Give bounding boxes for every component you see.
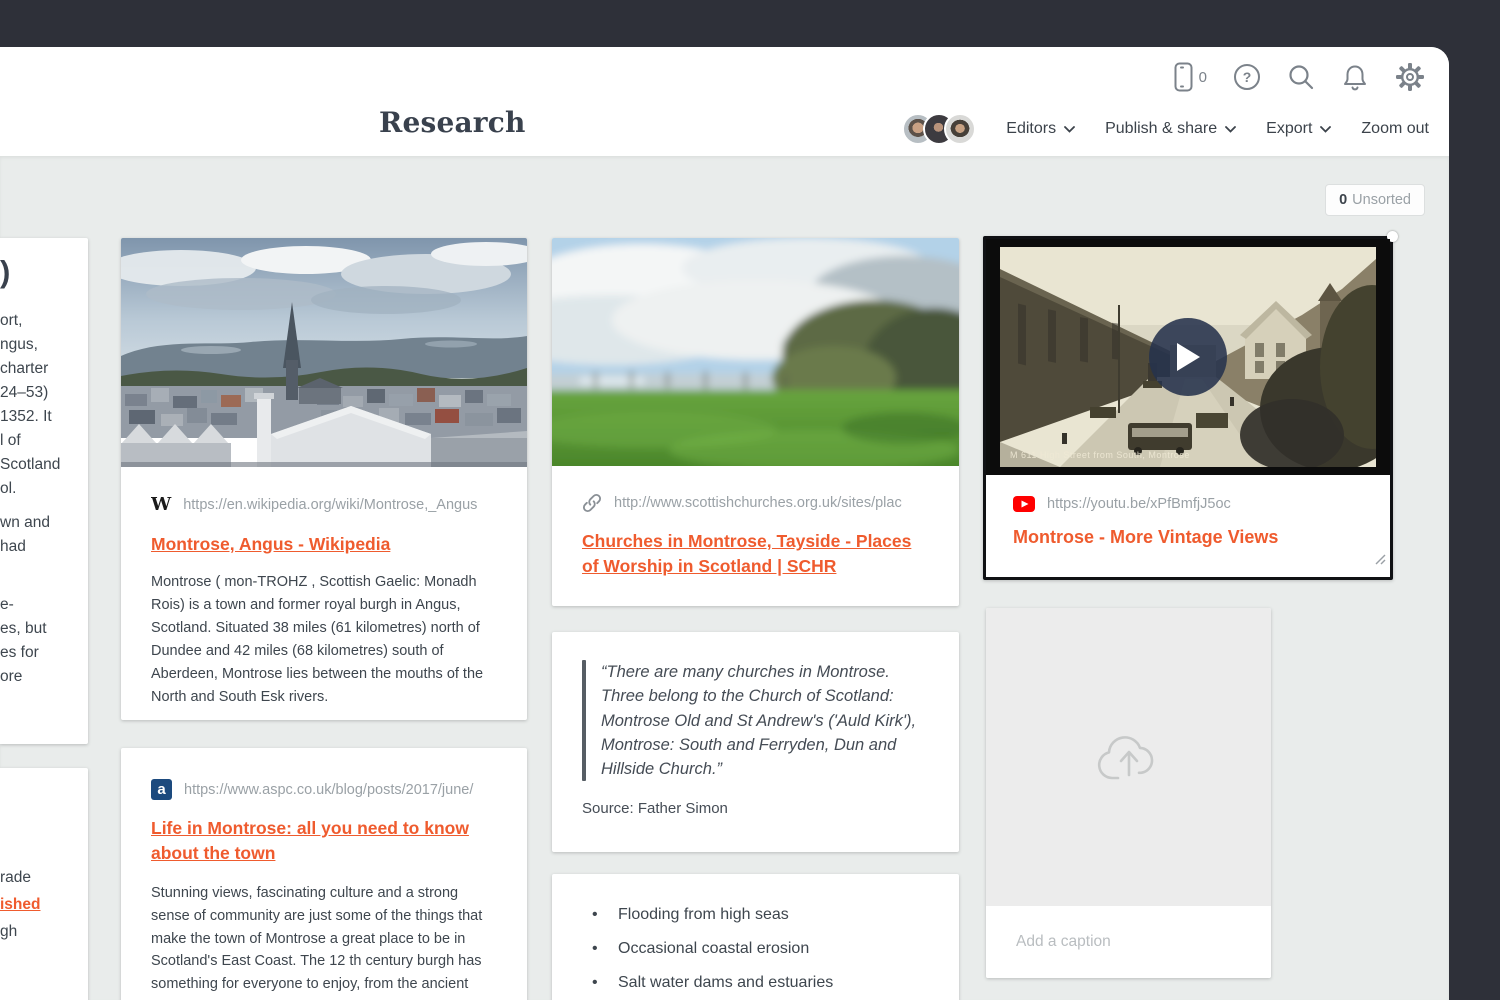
zoom-out-label: Zoom out	[1361, 120, 1429, 138]
video-url: https://youtu.be/xPfBmfjJ5oc	[1047, 496, 1231, 512]
avatar[interactable]	[944, 113, 976, 145]
export-menu[interactable]: Export	[1266, 120, 1331, 138]
churches-card-title-link[interactable]: Churches in Montrose, Tayside - Places o…	[582, 529, 929, 580]
wikipedia-link-card[interactable]: W https://en.wikipedia.org/wiki/Montrose…	[121, 238, 527, 720]
settings-button[interactable]	[1395, 62, 1425, 92]
unsorted-badge[interactable]: 0 Unsorted	[1325, 184, 1425, 216]
text-fragment: rade	[0, 864, 88, 891]
export-label: Export	[1266, 120, 1312, 138]
publish-share-label: Publish & share	[1105, 120, 1217, 138]
svg-text:?: ?	[1243, 69, 1252, 85]
text-fragment: l of	[0, 429, 88, 453]
aspc-favicon: a	[151, 779, 172, 800]
wikipedia-url: https://en.wikipedia.org/wiki/Montrose,_…	[183, 497, 477, 513]
aspc-card-description: Stunning views, fascinating culture and …	[151, 882, 497, 1000]
bullet-list: Flooding from high seas Occasional coast…	[582, 904, 929, 994]
list-item: Occasional coastal erosion	[582, 938, 929, 960]
video-url-row: https://youtu.be/xPfBmfjJ5oc	[1013, 496, 1363, 512]
list-item: Salt water dams and estuaries	[582, 972, 929, 994]
text-fragment: charter	[0, 357, 88, 381]
resize-handle[interactable]	[1373, 552, 1386, 570]
editors-menu[interactable]: Editors	[1006, 120, 1075, 138]
play-button[interactable]	[1149, 318, 1227, 396]
gear-icon	[1395, 62, 1425, 92]
quote-bar	[582, 660, 586, 781]
publish-share-menu[interactable]: Publish & share	[1105, 120, 1236, 138]
text-fragment: es for	[0, 641, 88, 665]
bullet-list-card[interactable]: Flooding from high seas Occasional coast…	[552, 874, 959, 1000]
link-icon	[582, 493, 602, 513]
text-fragment: gh	[0, 918, 88, 945]
aspc-link-card[interactable]: a https://www.aspc.co.uk/blog/posts/2017…	[121, 748, 527, 1000]
video-card-title-link[interactable]: Montrose - More Vintage Views	[1013, 527, 1363, 548]
churches-url: http://www.scottishchurches.org.uk/sites…	[614, 495, 902, 511]
list-item: Flooding from high seas	[582, 904, 929, 926]
text-fragment: ol.	[0, 477, 88, 501]
help-button[interactable]: ?	[1233, 63, 1261, 91]
image-upload-card[interactable]: Add a caption	[986, 608, 1271, 978]
svg-text:M 611 High Street from South: M 611 High Street from South, Montrose	[1010, 450, 1190, 460]
aspc-url: https://www.aspc.co.uk/blog/posts/2017/j…	[184, 782, 473, 798]
editors-menu-label: Editors	[1006, 120, 1056, 138]
toolbar-icons: 0 ?	[1174, 62, 1425, 92]
board-header: Research 0 ?	[0, 47, 1449, 156]
chevron-down-icon	[1064, 120, 1075, 138]
partial-link-fragment[interactable]: ished	[0, 891, 88, 918]
text-fragment: ort,	[0, 309, 88, 333]
upload-dropzone[interactable]	[986, 608, 1271, 906]
text-fragment: ngus,	[0, 333, 88, 357]
help-icon: ?	[1233, 63, 1261, 91]
text-fragment: e-	[0, 593, 88, 617]
phone-count: 0	[1199, 69, 1207, 86]
text-fragment: 1352. It	[0, 405, 88, 429]
unsorted-label: Unsorted	[1352, 192, 1411, 208]
board-canvas[interactable]: 0 Unsorted ) ort, ngus, charter 24–53) 13…	[0, 156, 1449, 1000]
search-icon	[1287, 63, 1315, 91]
phone-preview-button[interactable]: 0	[1174, 62, 1207, 92]
churches-card-image	[552, 238, 959, 466]
video-card[interactable]: M 611 High Street from South, Montrose h…	[983, 236, 1393, 580]
text-fragment: wn and	[0, 511, 88, 535]
wikipedia-card-image	[121, 238, 527, 467]
zoom-out-button[interactable]: Zoom out	[1361, 120, 1429, 138]
churches-url-row: http://www.scottishchurches.org.uk/sites…	[582, 493, 929, 513]
header-menu-row: Editors Publish & share Export Zoom out	[902, 113, 1429, 145]
unsorted-count: 0	[1339, 192, 1347, 208]
wikipedia-url-row: W https://en.wikipedia.org/wiki/Montrose…	[151, 494, 497, 515]
aspc-url-row: a https://www.aspc.co.uk/blog/posts/2017…	[151, 779, 497, 800]
quote-text: “There are many churches in Montrose. Th…	[601, 660, 929, 781]
aspc-card-title-link[interactable]: Life in Montrose: all you need to know a…	[151, 816, 497, 867]
video-thumbnail[interactable]: M 611 High Street from South, Montrose	[986, 239, 1390, 475]
text-fragment: ore	[0, 665, 88, 689]
search-button[interactable]	[1287, 63, 1315, 91]
wikipedia-favicon: W	[151, 494, 171, 515]
partial-text-card-top[interactable]: ) ort, ngus, charter 24–53) 1352. It l o…	[0, 238, 88, 744]
app-window: Research 0 ?	[0, 47, 1449, 1000]
partial-text-card-bottom[interactable]: rade ished gh	[0, 768, 88, 1000]
text-fragment: had	[0, 535, 88, 559]
text-fragment: Scotland	[0, 453, 88, 477]
editor-avatars[interactable]	[902, 113, 976, 145]
quote-source: Source: Father Simon	[582, 800, 929, 817]
youtube-icon	[1013, 496, 1035, 512]
bell-icon	[1341, 63, 1369, 92]
cloud-upload-icon	[1096, 729, 1162, 786]
wikipedia-card-title-link[interactable]: Montrose, Angus - Wikipedia	[151, 532, 497, 557]
phone-icon	[1174, 62, 1193, 92]
text-fragment: es, but	[0, 617, 88, 641]
page-title: Research	[379, 106, 526, 139]
chevron-down-icon	[1320, 120, 1331, 138]
churches-link-card[interactable]: http://www.scottishchurches.org.uk/sites…	[552, 238, 959, 606]
quote-card[interactable]: “There are many churches in Montrose. Th…	[552, 632, 959, 852]
caption-input[interactable]: Add a caption	[986, 906, 1271, 978]
chevron-down-icon	[1225, 120, 1236, 138]
wikipedia-card-description: Montrose ( mon-TROHZ , Scottish Gaelic: …	[151, 571, 497, 708]
partial-heading: )	[0, 256, 88, 287]
text-fragment: 24–53)	[0, 381, 88, 405]
notifications-button[interactable]	[1341, 63, 1369, 92]
